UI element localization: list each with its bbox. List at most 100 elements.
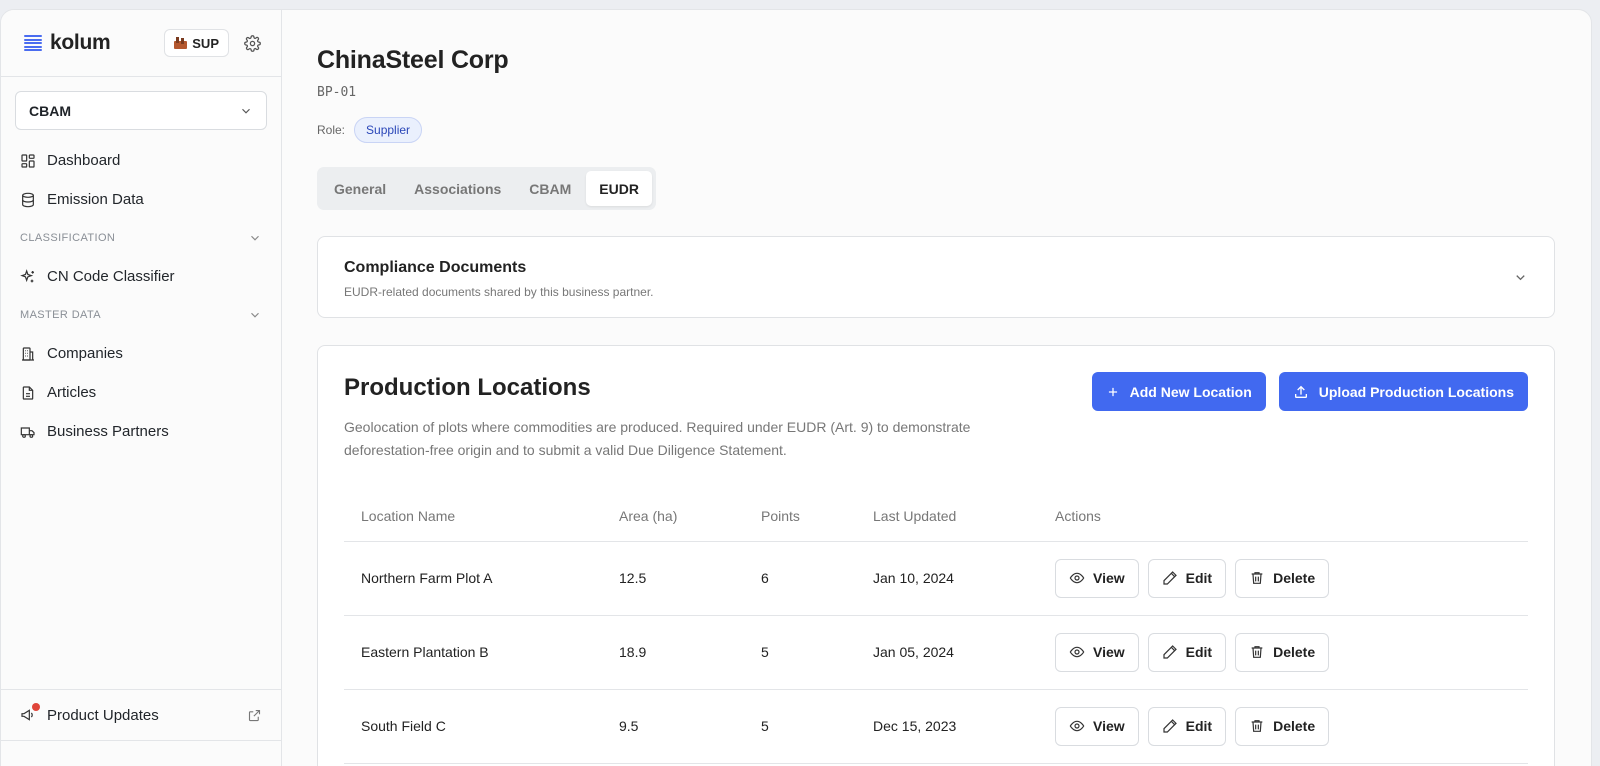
delete-label: Delete <box>1273 718 1316 734</box>
truck-icon <box>20 426 35 438</box>
table-row: South Field C 9.5 5 Dec 15, 2023 View Ed… <box>344 689 1528 764</box>
column-header-area: Area (ha) <box>602 492 744 542</box>
pencil-icon <box>1163 719 1177 733</box>
app-window: kolum SUP CBAM Dashboard Emission Data C… <box>0 9 1592 766</box>
compliance-documents-subtitle: EUDR-related documents shared by this bu… <box>344 285 654 299</box>
section-master-data[interactable]: MASTER DATA <box>1 296 281 334</box>
edit-button[interactable]: Edit <box>1147 632 1227 672</box>
edit-button[interactable]: Edit <box>1147 706 1227 746</box>
add-location-label: Add New Location <box>1129 383 1252 400</box>
eye-icon <box>1069 646 1085 658</box>
logo[interactable]: kolum <box>24 31 111 55</box>
sparkles-icon <box>20 268 34 282</box>
cell-points: 6 <box>744 541 856 616</box>
partner-code: BP-01 <box>317 85 357 100</box>
cell-actions: View Edit Delete <box>1038 541 1528 616</box>
trash-icon <box>1251 720 1263 732</box>
tab-associations[interactable]: Associations <box>401 171 514 206</box>
cell-last-updated: Dec 15, 2023 <box>856 689 1038 764</box>
upload-locations-button[interactable]: Upload Production Locations <box>1278 372 1528 411</box>
cell-location-name: South Field C <box>344 689 602 764</box>
sidebar-item-business-partners[interactable]: Business Partners <box>1 412 281 451</box>
gear-icon[interactable] <box>243 34 261 52</box>
sidebar-header: kolum SUP <box>1 10 281 77</box>
sidebar-item-label: Business Partners <box>47 423 169 440</box>
chevron-down-icon <box>242 108 250 114</box>
org-badge-label: SUP <box>192 35 219 51</box>
cell-last-updated: Jan 10, 2024 <box>856 541 1038 616</box>
view-label: View <box>1093 718 1125 734</box>
product-updates-link[interactable]: Product Updates <box>1 689 281 741</box>
view-label: View <box>1093 570 1125 586</box>
tab-eudr[interactable]: EUDR <box>586 171 652 206</box>
add-location-button[interactable]: Add New Location <box>1091 372 1266 411</box>
section-label: CLASSIFICATION <box>20 232 116 244</box>
org-badge[interactable]: SUP <box>164 29 229 57</box>
location-actions: Add New Location Upload Production Locat… <box>1091 372 1528 411</box>
trash-icon <box>1251 646 1263 658</box>
module-select-value: CBAM <box>29 102 71 119</box>
edit-label: Edit <box>1185 570 1213 586</box>
delete-button[interactable]: Delete <box>1235 558 1330 598</box>
tab-cbam[interactable]: CBAM <box>516 171 584 206</box>
sidebar-item-companies[interactable]: Companies <box>1 334 281 373</box>
view-button[interactable]: View <box>1055 706 1139 746</box>
chevron-down-icon <box>251 235 259 241</box>
cell-location-name: Eastern Plantation B <box>344 615 602 690</box>
column-header-points: Points <box>744 492 856 542</box>
chevron-down-icon[interactable] <box>1513 270 1528 285</box>
database-icon <box>22 192 34 207</box>
view-label: View <box>1093 644 1125 660</box>
sidebar-item-cn-code-classifier[interactable]: CN Code Classifier <box>1 257 281 296</box>
page-title: ChinaSteel Corp <box>317 46 509 74</box>
cell-area: 18.9 <box>602 615 744 690</box>
eye-icon <box>1069 572 1085 584</box>
tab-bar: General Associations CBAM EUDR <box>317 167 656 210</box>
external-link-icon <box>248 709 261 721</box>
cell-actions: View Edit Delete <box>1038 689 1528 764</box>
edit-label: Edit <box>1185 644 1213 660</box>
pencil-icon <box>1163 645 1177 659</box>
dashboard-icon <box>21 153 35 168</box>
sidebar-item-label: CN Code Classifier <box>47 268 175 285</box>
delete-label: Delete <box>1273 570 1316 586</box>
plus-icon <box>1108 387 1117 396</box>
delete-button[interactable]: Delete <box>1235 706 1330 746</box>
view-button[interactable]: View <box>1055 632 1139 672</box>
sidebar-item-articles[interactable]: Articles <box>1 373 281 412</box>
logo-icon <box>24 35 42 51</box>
role-row: Role: Supplier <box>317 117 1591 143</box>
module-select[interactable]: CBAM <box>15 91 267 130</box>
logo-text: kolum <box>50 31 111 54</box>
table-row: Eastern Plantation B 18.9 5 Jan 05, 2024… <box>344 615 1528 690</box>
product-updates-label: Product Updates <box>47 706 159 724</box>
table-row: Northern Farm Plot A 12.5 6 Jan 10, 2024… <box>344 541 1528 616</box>
compliance-documents-title: Compliance Documents <box>344 259 527 276</box>
sidebar-item-dashboard[interactable]: Dashboard <box>1 141 281 180</box>
compliance-documents-card[interactable]: Compliance Documents EUDR-related docume… <box>317 236 1555 318</box>
sidebar: kolum SUP CBAM Dashboard Emission Data C… <box>1 10 282 766</box>
tab-general[interactable]: General <box>321 171 399 206</box>
cell-location-name: Northern Farm Plot A <box>344 541 602 616</box>
eye-icon <box>1069 720 1085 732</box>
notification-dot <box>32 703 40 711</box>
section-classification[interactable]: CLASSIFICATION <box>1 219 281 257</box>
file-icon <box>22 385 34 400</box>
column-header-last-updated: Last Updated <box>856 492 1038 542</box>
view-button[interactable]: View <box>1055 558 1139 598</box>
sidebar-item-label: Emission Data <box>47 191 144 208</box>
building-icon <box>22 346 34 361</box>
cell-area: 12.5 <box>602 541 744 616</box>
cell-area: 9.5 <box>602 689 744 764</box>
chevron-down-icon <box>251 312 259 318</box>
cell-actions: View Edit Delete <box>1038 615 1528 690</box>
edit-button[interactable]: Edit <box>1147 558 1227 598</box>
sidebar-item-label: Dashboard <box>47 152 121 169</box>
section-label: MASTER DATA <box>20 309 101 321</box>
delete-button[interactable]: Delete <box>1235 632 1330 672</box>
role-badge: Supplier <box>354 117 423 143</box>
trash-icon <box>1251 572 1263 584</box>
sidebar-item-emission-data[interactable]: Emission Data <box>1 180 281 219</box>
cell-points: 5 <box>744 689 856 764</box>
cell-points: 5 <box>744 615 856 690</box>
